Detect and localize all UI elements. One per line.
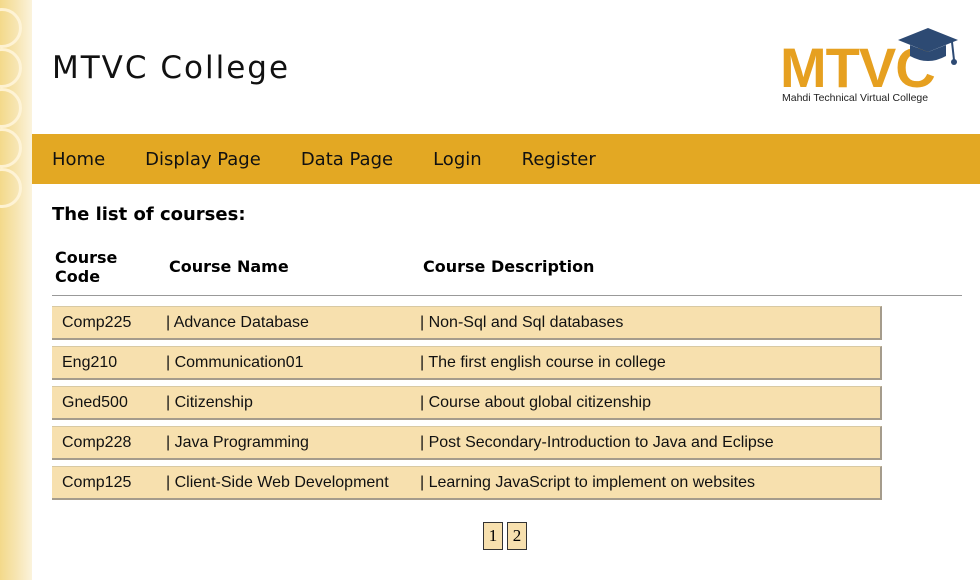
page-title: The list of courses: — [52, 204, 246, 225]
column-header-code: Course Code — [55, 248, 118, 286]
nav-home[interactable]: Home — [52, 149, 105, 170]
decorative-side-strip — [0, 0, 32, 580]
course-name: | Client-Side Web Development — [166, 474, 389, 491]
course-code: Comp225 — [62, 314, 132, 331]
pagination: 1 2 — [483, 522, 527, 550]
mtvc-logo: MTVC Mahdi Technical Virtual College — [780, 26, 962, 108]
table-header: Course Code Course Name Course Descripti… — [52, 248, 962, 296]
column-header-description: Course Description — [423, 257, 595, 276]
page-button-1[interactable]: 1 — [483, 522, 503, 550]
table-row: Gned500 | Citizenship | Course about glo… — [52, 386, 882, 420]
course-name: | Advance Database — [166, 314, 309, 331]
decorative-ring — [0, 128, 22, 168]
page-button-2[interactable]: 2 — [507, 522, 527, 550]
course-code: Comp228 — [62, 434, 132, 451]
course-code: Comp125 — [62, 474, 132, 491]
course-description: | Learning JavaScript to implement on we… — [420, 474, 755, 491]
column-header-name: Course Name — [169, 257, 289, 276]
table-row: Comp225 | Advance Database | Non-Sql and… — [52, 306, 882, 340]
nav-register[interactable]: Register — [522, 149, 596, 170]
course-list: Comp225 | Advance Database | Non-Sql and… — [52, 306, 882, 506]
nav-display-page[interactable]: Display Page — [145, 149, 261, 170]
course-name: | Citizenship — [166, 394, 253, 411]
site-header: MTVC College MTVC Mahdi Technical Virtua… — [32, 0, 980, 134]
logo-subtitle: Mahdi Technical Virtual College — [782, 92, 929, 104]
course-description: | Course about global citizenship — [420, 394, 651, 411]
table-row: Eng210 | Communication01 | The first eng… — [52, 346, 882, 380]
course-code: Gned500 — [62, 394, 128, 411]
table-row: Comp125 | Client-Side Web Development | … — [52, 466, 882, 500]
nav-login[interactable]: Login — [433, 149, 482, 170]
course-description: | Non-Sql and Sql databases — [420, 314, 624, 331]
decorative-ring — [0, 48, 22, 88]
course-name: | Java Programming — [166, 434, 309, 451]
course-description: | The first english course in college — [420, 354, 666, 371]
course-name: | Communication01 — [166, 354, 304, 371]
site-title: MTVC College — [52, 50, 291, 86]
graduation-cap-icon — [898, 28, 958, 65]
main-nav: Home Display Page Data Page Login Regist… — [32, 134, 980, 184]
decorative-ring — [0, 168, 22, 208]
nav-data-page[interactable]: Data Page — [301, 149, 393, 170]
course-code: Eng210 — [62, 354, 118, 371]
decorative-ring — [0, 88, 22, 128]
decorative-ring — [0, 8, 22, 48]
course-description: | Post Secondary-Introduction to Java an… — [420, 434, 774, 451]
table-row: Comp228 | Java Programming | Post Second… — [52, 426, 882, 460]
